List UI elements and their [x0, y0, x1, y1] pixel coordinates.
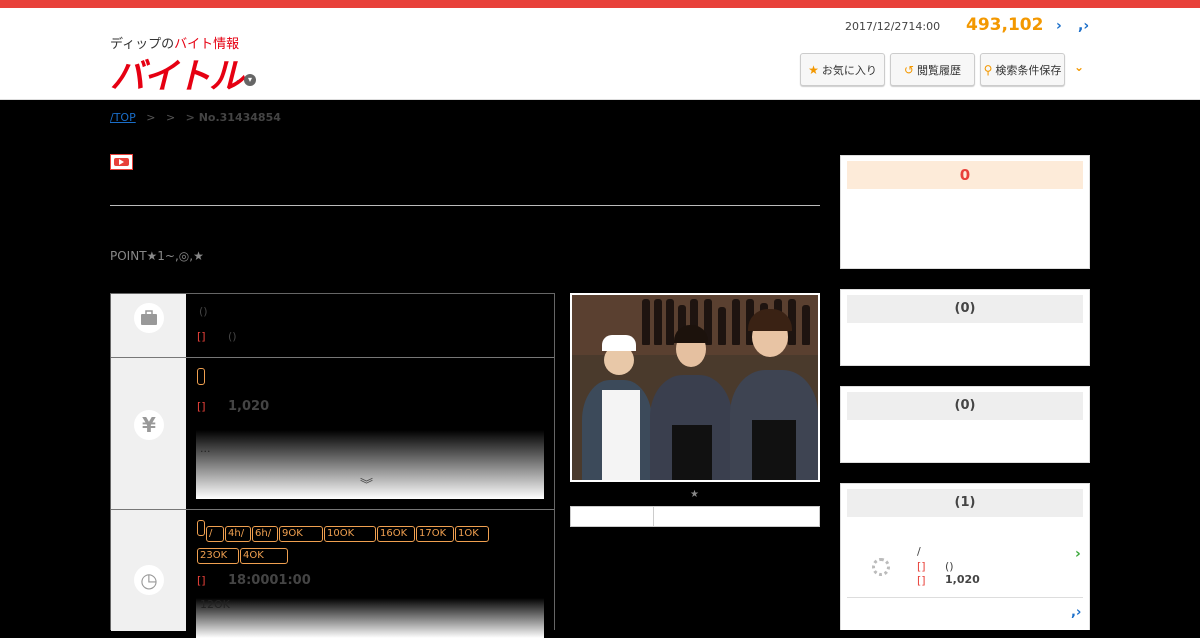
bracket-label: [] — [197, 330, 206, 343]
history-icon: ↺ — [903, 62, 915, 77]
star-icon: ★ — [808, 62, 819, 77]
applicant-count: 0 — [847, 161, 1083, 189]
hours-tag: 9OK — [279, 526, 323, 542]
bracket-label: [] — [197, 400, 206, 413]
side-box-heading: (0) — [847, 295, 1083, 323]
favorite-button[interactable]: ★ お気に入り — [800, 53, 885, 86]
saved-search-button-label: 検索条件保存 — [995, 63, 1062, 77]
bracket-label: [] — [197, 574, 206, 587]
side-box-4: (1) / [] () [] 1,020 › ,› — [840, 483, 1090, 630]
divider — [847, 597, 1083, 598]
job-count: 493,102 — [966, 15, 1044, 35]
breadcrumb-separator: > — [146, 111, 156, 124]
side-box-heading: (1) — [847, 489, 1083, 517]
salary-value: 1,020 — [228, 399, 270, 414]
search-icon: ⚲ — [983, 62, 993, 77]
photo-tabs[interactable] — [570, 506, 820, 527]
hours-tag: 23OK — [197, 548, 239, 564]
loading-spinner-icon — [872, 558, 890, 576]
hours-tag: 10OK — [324, 526, 376, 542]
job-type-text: () — [199, 305, 208, 318]
top-accent-bar — [0, 0, 1200, 8]
divider — [110, 205, 820, 206]
history-button-label: 閲覧履歴 — [917, 63, 962, 77]
chevron-down-icon[interactable]: ▾ — [244, 74, 256, 86]
side-box-2: (0) — [840, 289, 1090, 366]
yen-icon: ¥ — [134, 410, 164, 440]
hours-tag: / — [206, 526, 224, 542]
chevron-right-icon[interactable]: › — [1075, 546, 1081, 562]
chevron-down-icon[interactable]: ⌄ — [1074, 60, 1084, 74]
logo-dot: . — [236, 74, 239, 83]
job-photo[interactable] — [570, 293, 820, 482]
saved-search-button[interactable]: ⚲ 検索条件保存 — [980, 53, 1065, 86]
video-icon[interactable] — [110, 154, 133, 170]
hours-fade-text: 12OK — [200, 598, 230, 611]
hours-tag: 4OK — [240, 548, 288, 564]
salary-fade-box[interactable]: ... ︾ — [196, 430, 544, 499]
breadcrumb-current: > No.31434854 — [185, 111, 281, 124]
salary-fade-text: ... — [200, 442, 211, 455]
photo-star: ★ — [690, 489, 699, 500]
breadcrumb: /TOP > > > No.31434854 — [110, 111, 281, 124]
hours-fade-box[interactable]: 12OK — [196, 598, 544, 638]
clock-icon: ◷ — [134, 565, 164, 595]
salary-row: ¥ [] 1,020 ... ︾ — [111, 358, 554, 510]
bracket-label: [] — [917, 560, 926, 573]
history-button[interactable]: ↺ 閲覧履歴 — [890, 53, 975, 86]
favorite-button-label: お気に入り — [821, 63, 877, 77]
hours-value: 18:0001:00 — [228, 573, 311, 588]
hours-tag: 16OK — [377, 526, 415, 542]
point-text: POINT★1~,◎,★ — [110, 249, 204, 263]
side-box-3: (0) — [840, 386, 1090, 463]
hours-tag: 1OK — [455, 526, 489, 542]
breadcrumb-separator: > — [165, 111, 176, 124]
row-label: ¥ — [111, 358, 186, 509]
hours-row: ◷ /4h/6h/9OK 10OK 16OK 17OK 1OK 23OK 4OK [] 18… — [111, 510, 554, 638]
side-more-link[interactable]: ,› — [1071, 605, 1081, 620]
job-details-table: () [] () ¥ [] 1,020 ... ︾ ◷ /4h/6h/9OK 10… — [110, 293, 555, 638]
hours-tag — [197, 520, 205, 536]
header-link-more[interactable]: ,› — [1078, 18, 1089, 34]
breadcrumb-top-link[interactable]: /TOP — [110, 111, 136, 124]
row-label — [111, 294, 186, 357]
briefcase-icon — [134, 303, 164, 333]
bracket-label: [] — [917, 574, 926, 587]
side-item-salary: 1,020 — [945, 573, 980, 586]
salary-tag — [197, 368, 205, 385]
hours-tags: /4h/6h/9OK 10OK 16OK 17OK 1OK 23OK 4OK — [197, 520, 527, 564]
site-logo[interactable]: バイトル — [110, 48, 244, 99]
row-label: ◷ — [111, 510, 186, 631]
side-box-applicants: 0 — [840, 155, 1090, 269]
hours-tag: 6h/ — [252, 526, 278, 542]
header-link-next[interactable]: › — [1056, 18, 1062, 34]
update-date: 2017/12/2714:00 — [845, 20, 941, 33]
chevron-down-icon[interactable]: ︾ — [360, 474, 373, 493]
side-item-line1: / — [917, 545, 921, 558]
job-type-detail: () — [228, 330, 237, 343]
job-type-row: () [] () — [111, 294, 554, 358]
side-box-heading: (0) — [847, 392, 1083, 420]
hours-tag: 4h/ — [225, 526, 251, 542]
site-header: ディップのバイト情報 バイトル . ▾ 2017/12/2714:00 493,… — [0, 8, 1200, 100]
hours-tag: 17OK — [416, 526, 454, 542]
side-item-text: () — [945, 560, 954, 573]
